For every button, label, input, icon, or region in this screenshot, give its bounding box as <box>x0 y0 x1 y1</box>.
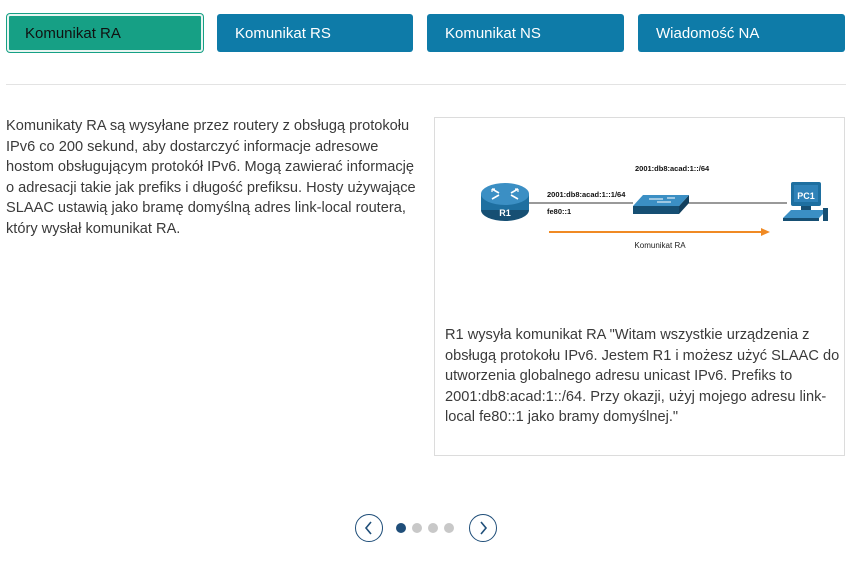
pc-name: PC1 <box>797 191 815 201</box>
previous-button[interactable] <box>355 514 383 542</box>
router-link-local-label: fe80::1 <box>547 207 571 216</box>
switch-icon <box>633 195 689 214</box>
ra-arrow-label: Komunikat RA <box>634 241 686 250</box>
tab-wiadomosc-na[interactable]: Wiadomość NA <box>638 14 845 52</box>
router-name: R1 <box>499 208 511 218</box>
tab-komunikat-ra[interactable]: Komunikat RA <box>7 14 203 52</box>
diagram-panel: R1 PC1 2001:db8:acad:1::/64 2001:db8:aca… <box>434 117 845 456</box>
chevron-left-icon <box>364 521 372 535</box>
description-text: Komunikaty RA są wysyłane przez routery … <box>6 118 416 237</box>
next-button[interactable] <box>469 514 497 542</box>
pager <box>355 514 498 542</box>
pager-dot-3[interactable] <box>428 523 438 533</box>
network-prefix-label: 2001:db8:acad:1::/64 <box>635 164 710 173</box>
divider <box>6 84 846 85</box>
pager-dot-1[interactable] <box>396 523 406 533</box>
pager-dot-4[interactable] <box>444 523 454 533</box>
diagram-caption: R1 wysyła komunikat RA "Witam wszystkie … <box>445 327 840 425</box>
tab-komunikat-ns[interactable]: Komunikat NS <box>427 14 624 52</box>
pc-icon <box>783 182 828 221</box>
network-diagram: R1 PC1 2001:db8:acad:1::/64 2001:db8:aca… <box>481 164 828 250</box>
tab-bar: Komunikat RA Komunikat RS Komunikat NS W… <box>7 14 847 52</box>
tab-komunikat-rs[interactable]: Komunikat RS <box>217 14 413 52</box>
router-address-label: 2001:db8:acad:1::1/64 <box>547 190 626 199</box>
ra-arrowhead <box>761 228 770 236</box>
pager-dot-2[interactable] <box>412 523 422 533</box>
chevron-right-icon <box>480 521 488 535</box>
